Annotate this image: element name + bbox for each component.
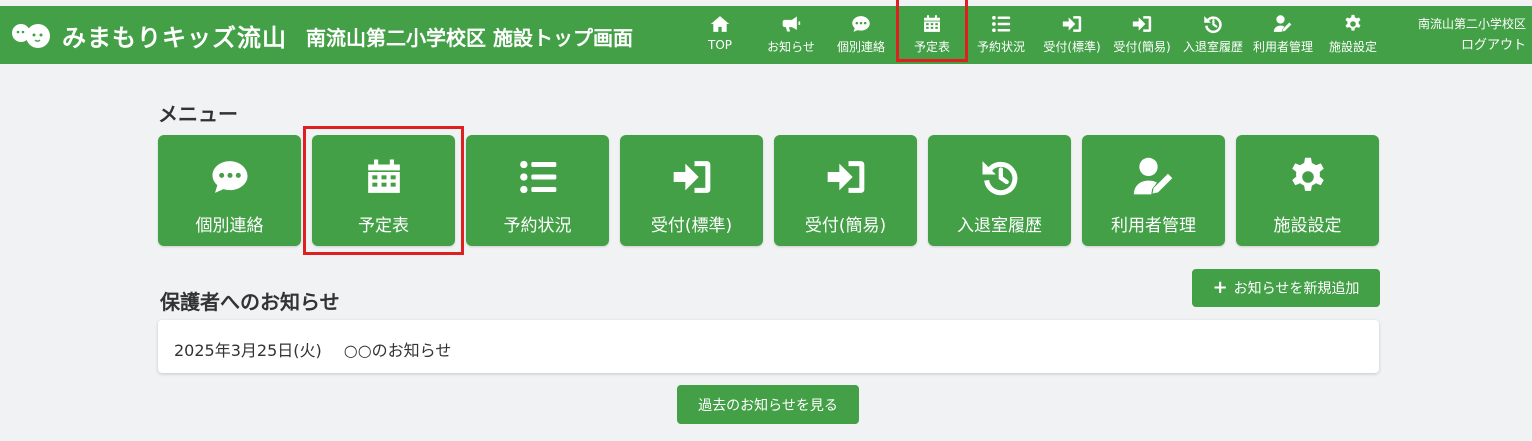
tile-reservations[interactable]: 予約状況 <box>466 135 609 246</box>
nav-label: 予定表 <box>913 40 950 54</box>
add-notice-label: お知らせを新規追加 <box>1233 281 1360 297</box>
nav-label: 入退室履歴 <box>1182 40 1243 54</box>
tile-label: 施設設定 <box>1273 216 1342 236</box>
nav-entry-history[interactable]: 入退室履歴 <box>1178 6 1248 64</box>
tile-label: 個別連絡 <box>195 216 264 236</box>
tile-entry-history[interactable]: 入退室履歴 <box>928 135 1071 246</box>
menu-title: メニュー <box>158 102 238 126</box>
history-icon <box>980 157 1020 197</box>
history-icon <box>1203 14 1223 34</box>
calendar-icon <box>364 157 404 197</box>
tile-reception-standard[interactable]: 受付(標準) <box>620 135 763 246</box>
chat-icon <box>851 14 871 34</box>
tile-label: 利用者管理 <box>1111 216 1196 236</box>
top-navbar: みまもりキッズ流山 南流山第二小学校区 施設トップ画面 TOP お知らせ 個別連… <box>0 6 1532 64</box>
nav-reservations[interactable]: 予約状況 <box>970 6 1032 64</box>
page-title: 南流山第二小学校区 施設トップ画面 <box>306 26 633 50</box>
plus-icon: + <box>1212 277 1228 298</box>
tile-label: 受付(簡易) <box>804 216 887 236</box>
tile-schedule[interactable]: 予定表 <box>312 135 455 246</box>
chat-icon <box>208 157 252 197</box>
nav-reception-simple[interactable]: 受付(簡易) <box>1108 6 1176 64</box>
user-name: 南流山第二小学校区 <box>1417 17 1526 31</box>
notice-link[interactable]: ○○のお知らせ <box>344 337 452 361</box>
gear-icon <box>1287 157 1329 197</box>
logo[interactable]: みまもりキッズ流山 <box>10 18 287 52</box>
sign-in-icon <box>824 157 868 197</box>
nav-facility-settings[interactable]: 施設設定 <box>1322 6 1384 64</box>
nav-user-management[interactable]: 利用者管理 <box>1248 6 1318 64</box>
notices-title: 保護者へのお知らせ <box>160 290 340 314</box>
nav-individual-contact[interactable]: 個別連絡 <box>830 6 892 64</box>
notice-item: 2025年3月25日(火) ○○のお知らせ <box>174 337 451 361</box>
tile-label: 受付(標準) <box>650 216 733 236</box>
nav-label: お知らせ <box>767 40 815 54</box>
notice-list: 2025年3月25日(火) ○○のお知らせ <box>158 320 1379 373</box>
logo-text: みまもりキッズ流山 <box>62 23 287 52</box>
nav-label: TOP <box>707 38 732 52</box>
calendar-icon <box>922 14 942 34</box>
tile-facility-settings[interactable]: 施設設定 <box>1236 135 1379 246</box>
user-edit-icon <box>1273 14 1293 34</box>
nav-label: 受付(標準) <box>1043 40 1101 54</box>
tile-individual-contact[interactable]: 個別連絡 <box>158 135 301 246</box>
logout-link[interactable]: ログアウト <box>1418 35 1526 56</box>
tile-label: 入退室履歴 <box>957 216 1042 236</box>
nav-label: 施設設定 <box>1328 40 1377 54</box>
logo-mascot-icon <box>12 24 50 48</box>
user-edit-icon <box>1128 157 1180 197</box>
nav-label: 個別連絡 <box>836 40 885 54</box>
gear-icon <box>1343 14 1363 34</box>
sign-in-icon <box>670 157 714 197</box>
nav-reception-standard[interactable]: 受付(標準) <box>1038 6 1106 64</box>
past-notices-button[interactable]: 過去のお知らせを見る <box>677 385 859 424</box>
nav-label: 予約状況 <box>976 40 1025 54</box>
sign-in-icon <box>1062 14 1082 34</box>
add-notice-button[interactable]: + お知らせを新規追加 <box>1192 269 1380 307</box>
nav-label: 利用者管理 <box>1252 40 1313 54</box>
tile-label: 予定表 <box>358 216 409 236</box>
sign-in-icon <box>1132 14 1152 34</box>
tile-reception-simple[interactable]: 受付(簡易) <box>774 135 917 246</box>
notice-date: 2025年3月25日(火) <box>174 341 322 360</box>
user-box: 南流山第二小学校区 ログアウト <box>1418 14 1526 56</box>
nav-top[interactable]: TOP <box>700 6 740 64</box>
nav-label: 受付(簡易) <box>1113 40 1171 54</box>
home-icon <box>710 14 730 34</box>
list-icon <box>516 157 560 197</box>
tile-user-management[interactable]: 利用者管理 <box>1082 135 1225 246</box>
tile-label: 予約状況 <box>503 216 572 236</box>
megaphone-icon <box>781 14 801 34</box>
list-icon <box>991 14 1011 34</box>
nav-notices[interactable]: お知らせ <box>760 6 822 64</box>
nav-schedule[interactable]: 予定表 <box>901 6 963 64</box>
